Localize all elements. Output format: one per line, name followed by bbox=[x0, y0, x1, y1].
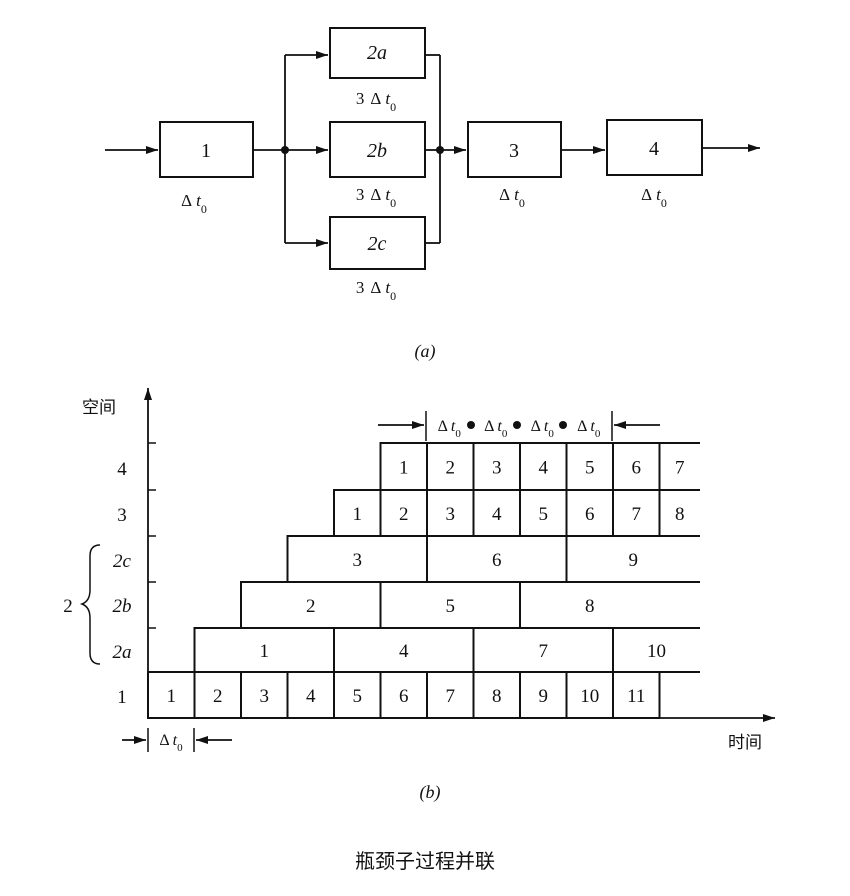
row-names: 4 3 2c 2b 2a 1 bbox=[113, 459, 132, 708]
top-delta-label-0: Δt0 bbox=[438, 418, 462, 440]
stage-2b-time: 3 Δt0 bbox=[356, 185, 396, 210]
cell-label-1-10: 11 bbox=[627, 686, 645, 707]
cell-label-2c-1: 6 bbox=[492, 550, 502, 571]
top-delta-markers: Δt0 Δt0 Δt0 Δt0 bbox=[378, 411, 660, 441]
figure-caption: 瓶颈子过程并联 bbox=[355, 849, 495, 873]
bottom-delta-marker: Δt0 bbox=[122, 728, 232, 754]
row-name-3: 3 bbox=[117, 505, 127, 526]
stage-1-time: Δt0 bbox=[181, 191, 207, 216]
cell-label-2c-2: 9 bbox=[629, 550, 639, 571]
cell-label-1-6: 7 bbox=[446, 686, 456, 707]
cell-label-2a-0: 1 bbox=[260, 641, 270, 662]
x-axis-label: 时间 bbox=[728, 733, 762, 753]
diagram-a: 1 Δt0 2a 3 Δt0 2b 3 Δt0 2c 3 Δt0 3 Δ t0 … bbox=[105, 27, 760, 362]
stage-4-time: Δt0 bbox=[641, 185, 667, 210]
top-delta-label-3: Δt0 bbox=[577, 418, 601, 440]
cell-label-1-2: 3 bbox=[260, 686, 270, 707]
group-label: 2 bbox=[63, 596, 73, 617]
cell-label-1-5: 6 bbox=[399, 686, 409, 707]
stage-4-label: 4 bbox=[649, 138, 659, 160]
cell-label-1-1: 2 bbox=[213, 686, 223, 707]
row-name-1: 1 bbox=[117, 687, 127, 708]
y-ticks bbox=[148, 442, 156, 629]
cell-label-4-1: 2 bbox=[446, 458, 456, 479]
cell-label-4-2: 3 bbox=[492, 458, 502, 479]
y-axis-label: 空间 bbox=[82, 398, 116, 418]
cell-label-1-9: 10 bbox=[580, 686, 599, 707]
cell-label-1-4: 5 bbox=[353, 686, 363, 707]
cell-label-1-8: 9 bbox=[539, 686, 549, 707]
stage-2a-label: 2a bbox=[367, 42, 387, 64]
cell-label-3-1: 2 bbox=[399, 504, 409, 525]
row-name-2a: 2a bbox=[113, 642, 132, 663]
cell-label-4-5: 6 bbox=[632, 458, 642, 479]
cell-label-1-7: 8 bbox=[492, 686, 502, 707]
cell-2b-2 bbox=[519, 581, 700, 629]
gantt-cells: 1 2 3 4 5 6 7 1 2 3 4 5 6 7 8 3 6 9 2 5 8 1 4 7 10 1 2 3 4 5 6 7 8 9 10 11 bbox=[147, 442, 700, 719]
stage-2c-time: 3 Δt0 bbox=[356, 278, 396, 303]
cell-label-2b-2: 8 bbox=[585, 596, 595, 617]
bottom-delta-label: Δt0 bbox=[159, 732, 183, 754]
stage-3-label: 3 bbox=[509, 140, 519, 162]
cell-label-2b-0: 2 bbox=[306, 596, 316, 617]
stage-2a-time: 3 Δt0 bbox=[356, 89, 396, 114]
stage-2c-label: 2c bbox=[368, 233, 387, 255]
cell-label-3-4: 5 bbox=[539, 504, 549, 525]
diagram-b: 空间 时间 4 3 2c 2b 2a 1 2 1 2 3 4 5 6 7 1 2 3 4 5 6 7 8 3 6… bbox=[63, 388, 775, 803]
diagram-a-caption: (a) bbox=[415, 341, 436, 362]
top-delta-label-1: Δt0 bbox=[484, 418, 508, 440]
cell-label-3-0: 1 bbox=[353, 504, 363, 525]
cell-label-4-3: 4 bbox=[539, 458, 549, 479]
cell-label-3-3: 4 bbox=[492, 504, 502, 525]
cell-label-3-2: 3 bbox=[446, 504, 456, 525]
cell-label-3-7: 8 bbox=[675, 504, 685, 525]
cell-label-4-4: 5 bbox=[585, 458, 595, 479]
cell-label-3-5: 6 bbox=[585, 504, 595, 525]
stage-3-time: Δt0 bbox=[499, 185, 525, 210]
cell-label-1-3: 4 bbox=[306, 686, 316, 707]
cell-label-2a-2: 7 bbox=[539, 641, 549, 662]
cell-label-2a-1: 4 bbox=[399, 641, 409, 662]
row-name-4: 4 bbox=[117, 459, 127, 480]
row-name-2b: 2b bbox=[113, 596, 132, 617]
cell-label-2b-1: 5 bbox=[446, 596, 456, 617]
cell-label-2c-0: 3 bbox=[353, 550, 363, 571]
diagram-b-caption: (b) bbox=[420, 782, 441, 803]
cell-label-4-6: 7 bbox=[675, 458, 685, 479]
cell-label-4-0: 1 bbox=[399, 458, 409, 479]
cell-label-2a-3: 10 bbox=[647, 641, 666, 662]
cell-label-3-6: 7 bbox=[632, 504, 642, 525]
group-brace bbox=[79, 544, 101, 665]
row-name-2c: 2c bbox=[113, 551, 132, 572]
top-delta-label-2: Δt0 bbox=[531, 418, 555, 440]
stage-1-label: 1 bbox=[201, 140, 211, 162]
cell-label-1-0: 1 bbox=[167, 686, 177, 707]
stage-2b-label: 2b bbox=[367, 140, 387, 162]
bottleneck-parallel-figure: 1 Δt0 2a 3 Δt0 2b 3 Δt0 2c 3 Δt0 3 Δ t0 … bbox=[63, 27, 775, 873]
